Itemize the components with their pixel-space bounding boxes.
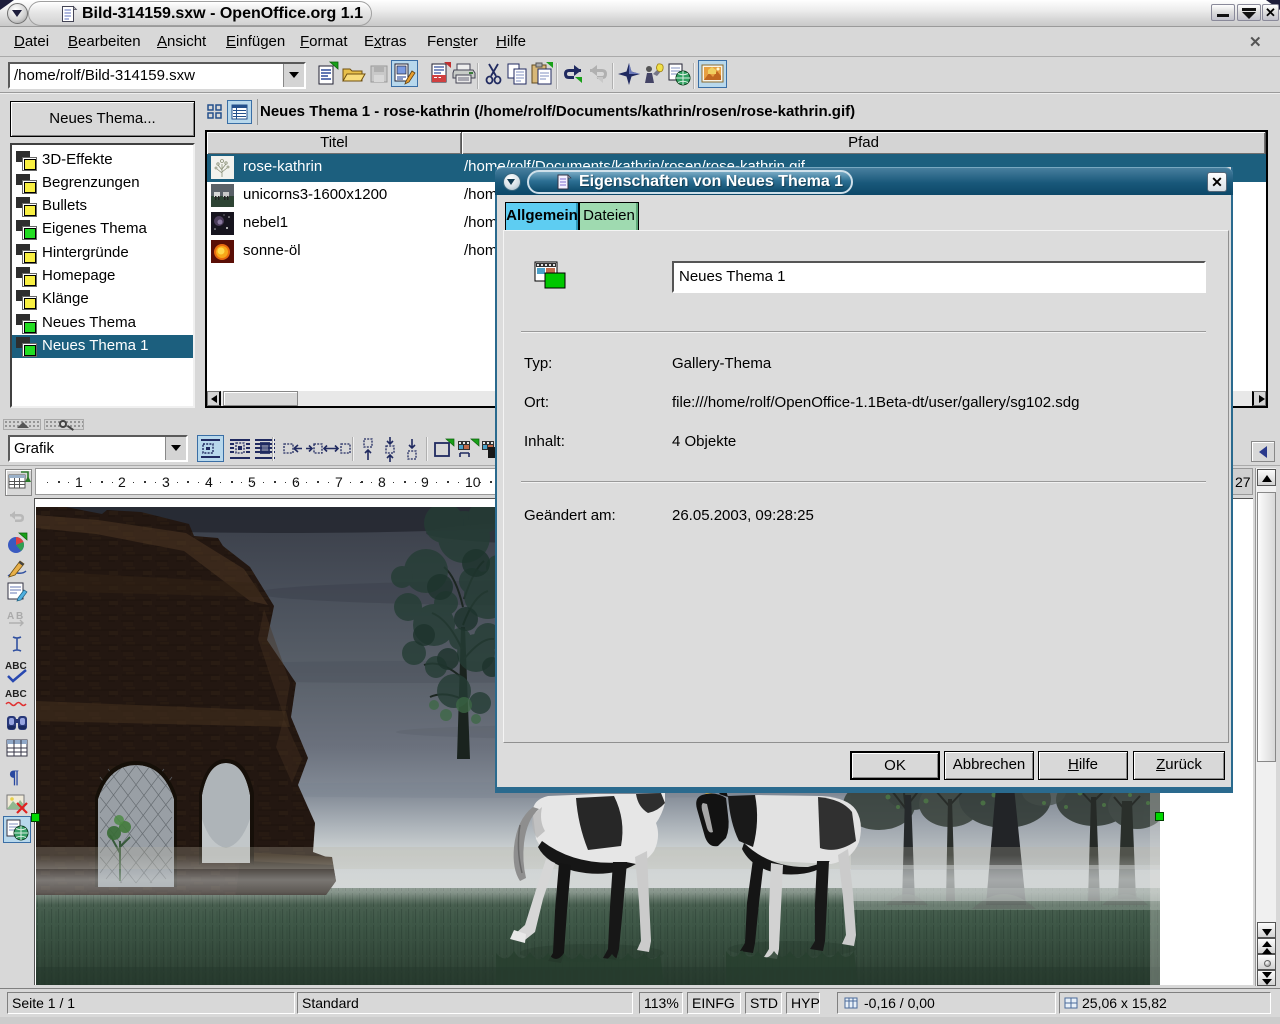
svg-text:ABC: ABC <box>5 689 27 700</box>
svg-text:B: B <box>16 611 23 622</box>
svg-text:A: A <box>7 611 14 622</box>
svg-text:¶: ¶ <box>9 767 19 788</box>
svg-text:ABC: ABC <box>5 661 27 672</box>
